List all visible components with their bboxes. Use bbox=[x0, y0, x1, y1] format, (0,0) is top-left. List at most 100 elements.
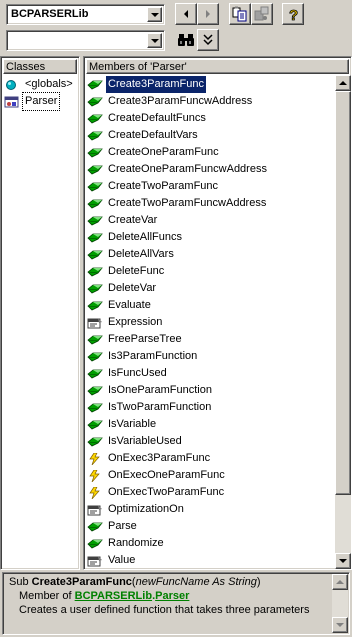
binoculars-icon bbox=[178, 34, 194, 46]
item-label: OnExecTwoParamFunc bbox=[108, 486, 225, 498]
search-button[interactable] bbox=[175, 29, 197, 51]
method-icon bbox=[87, 96, 103, 108]
item-label: OptimizationOn bbox=[108, 503, 184, 515]
view-definition-button[interactable] bbox=[251, 3, 273, 25]
scroll-thumb[interactable] bbox=[335, 91, 351, 495]
item-label: OnExecOneParamFunc bbox=[108, 469, 225, 481]
item-label: CreateTwoParamFuncwAddress bbox=[108, 197, 267, 209]
members-scrollbar[interactable] bbox=[335, 75, 351, 569]
method-icon bbox=[87, 538, 103, 550]
member-item[interactable]: CreateOneParamFunc bbox=[84, 144, 221, 161]
go-back-button[interactable] bbox=[175, 3, 197, 25]
item-label: CreateVar bbox=[108, 214, 158, 226]
member-item[interactable]: IsVariableUsed bbox=[84, 433, 184, 450]
member-item[interactable]: CreateVar bbox=[84, 212, 159, 229]
member-item[interactable]: Expression bbox=[84, 314, 164, 331]
member-item[interactable]: Is3ParamFunction bbox=[84, 348, 199, 365]
copy-to-clipboard-button[interactable] bbox=[229, 3, 251, 25]
method-icon bbox=[87, 402, 103, 414]
help-button[interactable]: ? bbox=[282, 3, 304, 25]
member-item[interactable]: Value bbox=[84, 552, 137, 569]
scroll-down-button[interactable] bbox=[335, 553, 351, 569]
member-item[interactable]: OnExecOneParamFunc bbox=[84, 467, 227, 484]
member-item[interactable]: OnExecTwoParamFunc bbox=[84, 484, 226, 501]
back-arrow-icon bbox=[184, 10, 188, 18]
members-list: Create3ParamFunc Create3ParamFuncwAddress… bbox=[84, 57, 335, 571]
double-chevron-down-icon bbox=[203, 34, 213, 46]
classes-pane: Classes <globals> Parser bbox=[0, 56, 80, 570]
function-name: Create3ParamFunc bbox=[31, 576, 132, 588]
member-of-line: Member of BCPARSERLib.Parser bbox=[19, 590, 189, 602]
description-pane: Sub Create3ParamFunc(newFuncName As Stri… bbox=[2, 572, 350, 635]
method-icon bbox=[87, 436, 103, 448]
desc-scroll-up-button[interactable] bbox=[332, 574, 348, 590]
member-item[interactable]: Create3ParamFunc bbox=[84, 75, 207, 94]
close-paren: ) bbox=[256, 576, 261, 588]
method-icon bbox=[87, 198, 103, 210]
globals-icon bbox=[4, 79, 20, 91]
property-icon bbox=[87, 504, 103, 516]
search-combo[interactable] bbox=[6, 30, 165, 51]
member-item[interactable]: OnExec3ParamFunc bbox=[84, 450, 212, 467]
member-item[interactable]: CreateTwoParamFunc bbox=[84, 178, 220, 195]
member-item[interactable]: IsVariable bbox=[84, 416, 158, 433]
member-item[interactable]: IsFuncUsed bbox=[84, 365, 169, 382]
scroll-up-button[interactable] bbox=[335, 75, 351, 91]
classes-header: Classes bbox=[3, 59, 77, 74]
description-summary: Creates a user defined function that tak… bbox=[19, 604, 310, 616]
view-definition-icon bbox=[254, 6, 269, 21]
member-item[interactable]: DeleteFunc bbox=[84, 263, 166, 280]
member-item[interactable]: DeleteAllVars bbox=[84, 246, 176, 263]
member-item[interactable]: FreeParseTree bbox=[84, 331, 184, 348]
search-dropdown-button[interactable] bbox=[147, 33, 162, 48]
library-dropdown-button[interactable] bbox=[147, 7, 162, 22]
scroll-up-arrow-icon bbox=[336, 580, 344, 584]
member-item[interactable]: Create3ParamFuncwAddress bbox=[84, 93, 254, 110]
item-label: CreateOneParamFuncwAddress bbox=[108, 163, 267, 175]
item-label: <globals> bbox=[25, 78, 73, 90]
member-item[interactable]: CreateDefaultFuncs bbox=[84, 110, 208, 127]
member-item[interactable]: IsTwoParamFunction bbox=[84, 399, 213, 416]
item-label: Evaluate bbox=[108, 299, 151, 311]
item-label: IsFuncUsed bbox=[108, 367, 167, 379]
class-icon bbox=[4, 96, 20, 108]
member-item[interactable]: DeleteVar bbox=[84, 280, 158, 297]
item-label: Is3ParamFunction bbox=[108, 350, 198, 362]
item-label: Randomize bbox=[108, 537, 164, 549]
scroll-down-arrow-icon bbox=[336, 623, 344, 627]
library-link[interactable]: BCPARSERLib bbox=[75, 590, 152, 602]
item-label: CreateOneParamFunc bbox=[108, 146, 219, 158]
member-of-label: Member of bbox=[19, 590, 75, 602]
param-text: newFuncName As String bbox=[135, 576, 257, 588]
class-link[interactable]: Parser bbox=[155, 590, 189, 602]
member-item[interactable]: CreateTwoParamFuncwAddress bbox=[84, 195, 268, 212]
item-label: Parse bbox=[108, 520, 137, 532]
method-icon bbox=[87, 164, 103, 176]
class-item[interactable]: <globals> bbox=[1, 76, 75, 93]
item-label: CreateDefaultFuncs bbox=[108, 112, 206, 124]
item-label: Expression bbox=[108, 316, 163, 328]
method-icon bbox=[87, 215, 103, 227]
toggle-search-results-button[interactable] bbox=[197, 29, 219, 51]
method-icon bbox=[87, 419, 103, 431]
member-item[interactable]: Evaluate bbox=[84, 297, 153, 314]
library-combo[interactable]: BCPARSERLib bbox=[6, 4, 165, 25]
chevron-down-icon bbox=[150, 12, 159, 17]
item-label: Create3ParamFunc bbox=[105, 75, 207, 94]
desc-scroll-down-button[interactable] bbox=[332, 617, 348, 633]
scroll-down-arrow-icon bbox=[339, 559, 347, 563]
method-icon bbox=[87, 249, 103, 261]
member-item[interactable]: DeleteAllFuncs bbox=[84, 229, 184, 246]
member-item[interactable]: IsOneParamFunction bbox=[84, 382, 214, 399]
member-item[interactable]: OptimizationOn bbox=[84, 501, 186, 518]
class-item[interactable]: Parser bbox=[1, 92, 61, 111]
description-scrollbar[interactable] bbox=[332, 574, 348, 633]
member-item[interactable]: Randomize bbox=[84, 535, 166, 552]
member-item[interactable]: CreateDefaultVars bbox=[84, 127, 200, 144]
member-item[interactable]: CreateOneParamFuncwAddress bbox=[84, 161, 269, 178]
method-icon bbox=[87, 147, 103, 159]
item-label: Value bbox=[108, 554, 136, 566]
item-label: DeleteAllFuncs bbox=[108, 231, 182, 243]
member-item[interactable]: Parse bbox=[84, 518, 139, 535]
go-forward-button[interactable] bbox=[197, 3, 219, 25]
